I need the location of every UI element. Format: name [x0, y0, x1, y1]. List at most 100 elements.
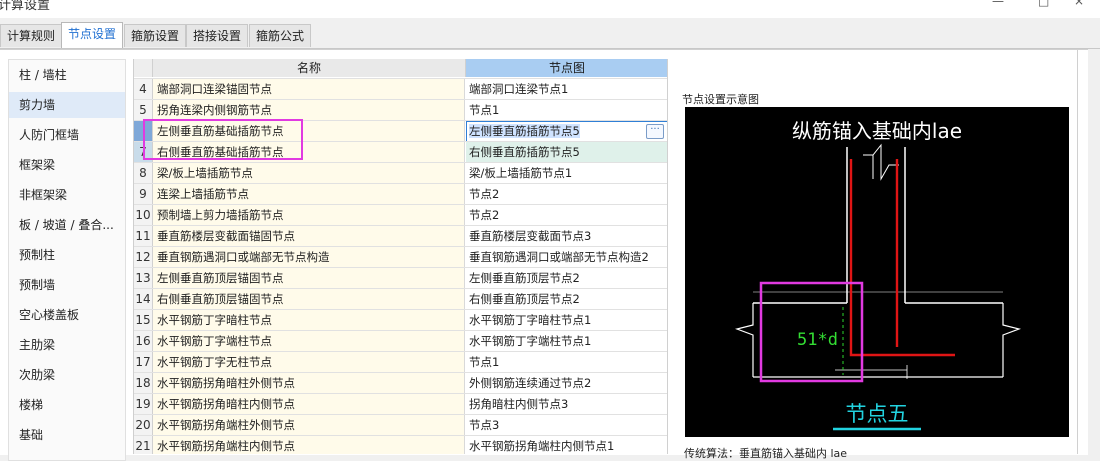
tab-stirrup-formula[interactable]: 箍筋公式	[249, 24, 311, 47]
column-header-name[interactable]: 名称	[153, 59, 466, 77]
table-row[interactable]: 20 水平钢筋拐角端柱外侧节点 节点3	[134, 414, 668, 436]
table-row[interactable]: 14 右侧垂直筋顶层锚固节点 右侧垂直筋顶层节点2	[134, 288, 668, 310]
row-node-value[interactable]: 拐角暗柱内侧节点3	[466, 394, 668, 415]
table-row[interactable]: 4 端部洞口连梁锚固节点 端部洞口连梁节点1	[134, 78, 668, 100]
row-node-value[interactable]: 右侧垂直筋顶层节点2	[466, 289, 668, 310]
maximize-icon[interactable]: □	[1038, 0, 1049, 8]
row-number: 4	[134, 79, 153, 100]
row-number: 13	[134, 268, 153, 289]
row-name: 左侧垂直筋顶层锚固节点	[153, 268, 465, 289]
tab-stirrup-settings[interactable]: 箍筋设置	[124, 24, 186, 47]
row-number: 19	[134, 394, 153, 415]
table-row[interactable]: 13 左侧垂直筋顶层锚固节点 左侧垂直筋顶层节点2	[134, 267, 668, 289]
sidebar-item-slab[interactable]: 板 / 坡道 / 叠合...	[9, 212, 125, 238]
table-row[interactable]: 19 水平钢筋拐角暗柱内侧节点 拐角暗柱内侧节点3	[134, 393, 668, 415]
preview-caption: 传统算法：垂直筋锚入基础内 lae	[684, 447, 848, 460]
node-diagram: 纵筋锚入基础内lae 51*d 节点五	[734, 119, 1022, 431]
row-number-header	[134, 59, 153, 77]
row-number: 16	[134, 331, 153, 352]
sidebar-item-foundation[interactable]: 基础	[9, 422, 125, 448]
component-sidebar: 柱 / 墙柱 剪力墙 人防门框墙 框架梁 非框架梁 板 / 坡道 / 叠合...…	[8, 59, 126, 461]
table-row[interactable]: 15 水平钢筋丁字暗柱节点 水平钢筋丁字暗柱节点1	[134, 309, 668, 331]
row-node-value[interactable]: 节点2	[466, 205, 668, 226]
row-node-value[interactable]: 节点1	[466, 100, 668, 121]
foundation-right-break	[1002, 303, 1022, 377]
tab-node-settings[interactable]: 节点设置	[61, 22, 123, 48]
table-row[interactable]: 5 拐角连梁内侧钢筋节点 节点1	[134, 99, 668, 121]
node-name-label: 节点五	[846, 402, 909, 426]
row-number: 12	[134, 247, 153, 268]
close-icon[interactable]: ×	[1074, 0, 1084, 8]
row-name: 拐角连梁内侧钢筋节点	[153, 100, 465, 121]
row-name: 预制墙上剪力墙插筋节点	[153, 205, 465, 226]
ellipsis-button[interactable]: ···	[646, 124, 664, 139]
row-name: 水平钢筋拐角端柱内侧节点	[153, 436, 465, 454]
row-name: 水平钢筋丁字暗柱节点	[153, 310, 465, 331]
sidebar-item-hollow-floor[interactable]: 空心楼盖板	[9, 302, 125, 328]
row-number: 21	[134, 436, 153, 454]
table-row[interactable]: 12 垂直钢筋遇洞口或端部无节点构造 垂直钢筋遇洞口或端部无节点构造2	[134, 246, 668, 268]
table-row[interactable]: 11 垂直筋楼层变截面锚固节点 垂直筋楼层变截面节点3	[134, 225, 668, 247]
row-number: 15	[134, 310, 153, 331]
table-row[interactable]: 16 水平钢筋丁字端柱节点 水平钢筋丁字端柱节点1	[134, 330, 668, 352]
row-node-value[interactable]: 梁/板上墙插筋节点1	[466, 163, 668, 184]
row-number: 8	[134, 163, 153, 184]
sidebar-item-main-rib-beam[interactable]: 主肋梁	[9, 332, 125, 358]
row-node-value[interactable]: 端部洞口连梁节点1	[466, 79, 668, 100]
row-node-value[interactable]: 左侧垂直筋顶层节点2	[466, 268, 668, 289]
minimize-icon[interactable]: —	[992, 0, 1004, 8]
row-name: 连梁上墙插筋节点	[153, 184, 465, 205]
table-row[interactable]: 18 水平钢筋拐角暗柱外侧节点 外侧钢筋连续通过节点2	[134, 372, 668, 394]
row-name: 水平钢筋丁字端柱节点	[153, 331, 465, 352]
sidebar-item-frame-beam[interactable]: 框架梁	[9, 152, 125, 178]
row-node-value[interactable]: 节点2	[466, 184, 668, 205]
rebar-outer	[849, 159, 955, 357]
column-header-node[interactable]: 节点图	[466, 59, 668, 77]
row-node-value[interactable]: 外侧钢筋连续通过节点2	[466, 373, 668, 394]
sidebar-item-secondary-rib-beam[interactable]: 次肋梁	[9, 362, 125, 388]
row-node-value[interactable]: 节点1	[466, 352, 668, 373]
panel-divider	[667, 59, 668, 454]
sidebar-item-civil-defense-door-wall[interactable]: 人防门框墙	[9, 122, 125, 148]
editor-text[interactable]: 左侧垂直筋插筋节点5	[469, 124, 580, 138]
table-row[interactable]: 10 预制墙上剪力墙插筋节点 节点2	[134, 204, 668, 226]
title-bar: 计算设置 — □ ×	[0, 0, 1100, 18]
anchor-length-label: 51*d	[797, 330, 838, 350]
sidebar-item-non-frame-beam[interactable]: 非框架梁	[9, 182, 125, 208]
row-number: 9	[134, 184, 153, 205]
row-number: 11	[134, 226, 153, 247]
table-row[interactable]: 9 连梁上墙插筋节点 节点2	[134, 183, 668, 205]
row-node-value[interactable]: 右侧垂直筋插筋节点5	[466, 142, 668, 163]
sidebar-item-precast-column[interactable]: 预制柱	[9, 242, 125, 268]
tab-lap-settings[interactable]: 搭接设置	[186, 24, 248, 47]
row-number: 17	[134, 352, 153, 373]
table-row[interactable]: 17 水平钢筋丁字无柱节点 节点1	[134, 351, 668, 373]
row-name: 水平钢筋丁字无柱节点	[153, 352, 465, 373]
row-name: 垂直筋楼层变截面锚固节点	[153, 226, 465, 247]
break-symbol-top	[863, 143, 899, 181]
row-node-value[interactable]: 水平钢筋丁字端柱节点1	[466, 331, 668, 352]
table-row[interactable]: 21 水平钢筋拐角端柱内侧节点 水平钢筋拐角端柱内侧节点1	[134, 435, 668, 454]
row-name: 水平钢筋拐角暗柱内侧节点	[153, 394, 465, 415]
row-node-value[interactable]: 垂直筋楼层变截面节点3	[466, 226, 668, 247]
row-name: 梁/板上墙插筋节点	[153, 163, 465, 184]
panel-border	[1077, 49, 1078, 454]
row-node-value[interactable]: 垂直钢筋遇洞口或端部无节点构造2	[466, 247, 668, 268]
tab-calc-rules[interactable]: 计算规则	[0, 24, 62, 47]
row-name: 水平钢筋拐角暗柱外侧节点	[153, 373, 465, 394]
window-title: 计算设置	[0, 0, 51, 13]
settings-tabs: 计算规则 节点设置 箍筋设置 搭接设置 箍筋公式	[0, 22, 1100, 49]
row-node-value[interactable]: 水平钢筋拐角端柱内侧节点1	[466, 436, 668, 454]
sidebar-item-stairs[interactable]: 楼梯	[9, 392, 125, 418]
foundation-left-break	[734, 303, 754, 377]
node-value-editor[interactable]: 左侧垂直筋插筋节点5 ···	[466, 121, 668, 142]
sidebar-item-precast-wall[interactable]: 预制墙	[9, 272, 125, 298]
row-node-value[interactable]: 水平钢筋丁字暗柱节点1	[466, 310, 668, 331]
row-name: 右侧垂直筋顶层锚固节点	[153, 289, 465, 310]
sidebar-item-shear-wall[interactable]: 剪力墙	[9, 92, 125, 118]
table-row[interactable]: 8 梁/板上墙插筋节点 梁/板上墙插筋节点1	[134, 162, 668, 184]
row-number: 18	[134, 373, 153, 394]
sidebar-item-column[interactable]: 柱 / 墙柱	[9, 62, 125, 88]
row-node-value[interactable]: 节点3	[466, 415, 668, 436]
row-number: 10	[134, 205, 153, 226]
